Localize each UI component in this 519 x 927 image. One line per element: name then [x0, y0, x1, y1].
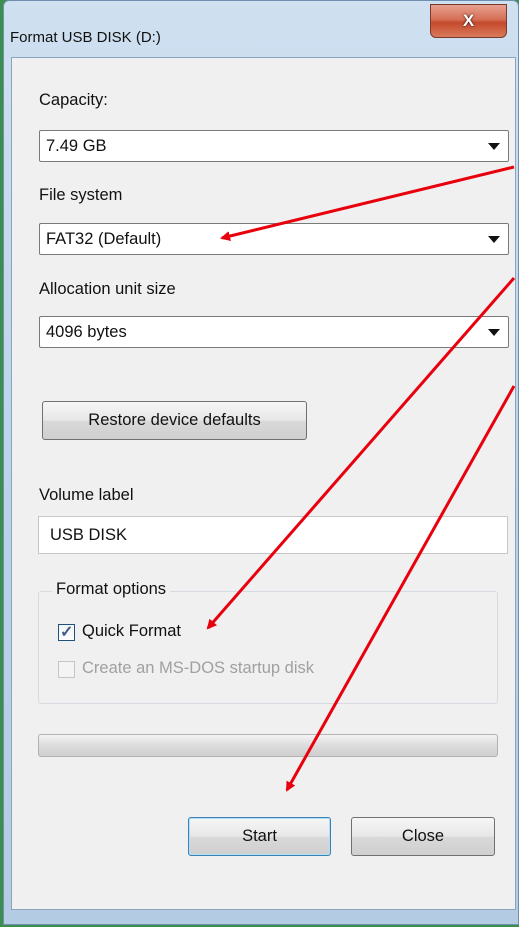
allocation-value: 4096 bytes: [46, 323, 127, 341]
checkmark-icon: ✓: [60, 624, 74, 641]
file-system-dropdown[interactable]: FAT32 (Default): [39, 223, 509, 255]
format-progress-bar: [38, 734, 498, 757]
window-close-button[interactable]: X: [430, 4, 507, 38]
dialog-client-area: Capacity: 7.49 GB File system FAT32 (Def…: [11, 57, 516, 910]
volume-label-value: USB DISK: [50, 526, 128, 544]
quick-format-checkbox[interactable]: ✓: [58, 624, 75, 641]
restore-defaults-button[interactable]: Restore device defaults: [42, 401, 307, 440]
file-system-value: FAT32 (Default): [46, 230, 162, 248]
dropdown-arrow-icon: [488, 236, 500, 243]
msdos-startup-label: Create an MS-DOS startup disk: [82, 659, 314, 677]
window-title: Format USB DISK (D:): [10, 29, 161, 46]
dropdown-arrow-icon: [488, 329, 500, 336]
close-button[interactable]: Close: [351, 817, 495, 856]
capacity-label: Capacity:: [39, 91, 108, 109]
allocation-dropdown[interactable]: 4096 bytes: [39, 316, 509, 348]
close-icon: X: [462, 11, 475, 30]
allocation-label: Allocation unit size: [39, 280, 176, 298]
quick-format-label[interactable]: Quick Format: [82, 622, 181, 641]
volume-label-input[interactable]: USB DISK: [38, 516, 508, 554]
file-system-label: File system: [39, 186, 123, 204]
format-options-title: Format options: [52, 580, 171, 599]
capacity-value: 7.49 GB: [46, 137, 107, 155]
start-button[interactable]: Start: [188, 817, 331, 856]
msdos-startup-checkbox[interactable]: [58, 661, 75, 678]
volume-label-caption: Volume label: [39, 486, 134, 504]
capacity-dropdown[interactable]: 7.49 GB: [39, 130, 509, 162]
dropdown-arrow-icon: [488, 143, 500, 150]
format-options-group: [38, 591, 498, 704]
